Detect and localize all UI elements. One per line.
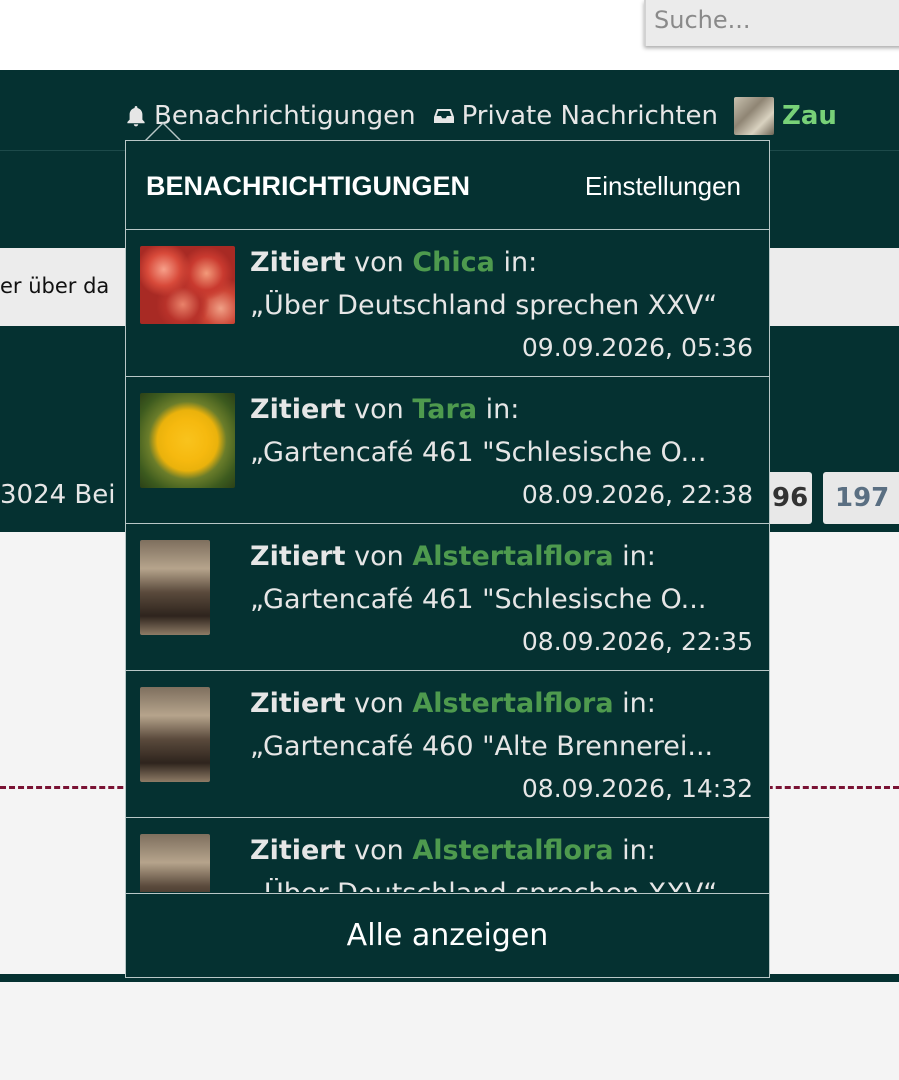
notification-in: in: (622, 541, 656, 572)
notification-action: Zitiert (250, 394, 346, 425)
notification-item[interactable]: Zitiert von Alstertalflora in: „Gartenca… (126, 524, 769, 671)
notification-action: Zitiert (250, 541, 346, 572)
notification-topic[interactable]: „Über Deutschland sprechen XXV“ (250, 878, 760, 892)
notification-user[interactable]: Tara (412, 394, 477, 425)
settings-link[interactable]: Einstellungen (585, 171, 741, 202)
notification-user[interactable]: Alstertalflora (412, 835, 613, 866)
notification-time: 08.09.2026, 22:38 (521, 480, 753, 509)
notification-summary: Zitiert von Alstertalflora in: (250, 688, 656, 719)
notifications-label: Benachrichtigungen (154, 101, 416, 131)
footer-area (0, 982, 899, 1080)
notification-action: Zitiert (250, 688, 346, 719)
notification-summary: Zitiert von Alstertalflora in: (250, 835, 656, 866)
notification-action: Zitiert (250, 247, 346, 278)
username: Zau (781, 101, 837, 131)
notification-thumbnail (140, 246, 235, 324)
dropdown-header: BENACHRICHTIGUNGEN Einstellungen (126, 141, 769, 230)
notification-topic[interactable]: „Gartencafé 460 "Alte Brennerei... (250, 731, 760, 762)
notification-from: von (354, 835, 404, 866)
notification-user[interactable]: Chica (412, 247, 495, 278)
notification-user[interactable]: Alstertalflora (412, 541, 613, 572)
notification-topic[interactable]: „Über Deutschland sprechen XXV“ (250, 290, 760, 321)
notification-summary: Zitiert von Alstertalflora in: (250, 541, 656, 572)
notification-thumbnail (140, 834, 210, 892)
dropdown-title: BENACHRICHTIGUNGEN (146, 171, 470, 201)
search-input[interactable] (646, 0, 886, 40)
private-messages-label: Private Nachrichten (461, 101, 718, 131)
notification-from: von (354, 247, 404, 278)
dropdown-pointer (145, 122, 181, 141)
notification-action: Zitiert (250, 835, 346, 866)
notification-summary: Zitiert von Chica in: (250, 247, 537, 278)
notification-time: 08.09.2026, 14:32 (521, 774, 753, 803)
notification-in: in: (503, 247, 538, 278)
show-all-button[interactable]: Alle anzeigen (126, 893, 769, 978)
pagination-button[interactable]: 197 (823, 472, 899, 524)
notification-thumbnail (140, 393, 235, 488)
user-menu[interactable]: Zau (733, 97, 837, 135)
notification-topic[interactable]: „Gartencafé 461 "Schlesische O... (250, 437, 760, 468)
notification-in: in: (485, 394, 520, 425)
notification-topic[interactable]: „Gartencafé 461 "Schlesische O... (250, 584, 760, 615)
notification-from: von (354, 541, 404, 572)
user-navigation: Benachrichtigungen Private Nachrichten Z… (124, 96, 853, 136)
posts-count-text: 3024 Bei (0, 480, 116, 510)
notification-item[interactable]: Zitiert von Tara in: „Gartencafé 461 "Sc… (126, 377, 769, 524)
notification-thumbnail (140, 687, 210, 782)
notification-from: von (354, 394, 404, 425)
inbox-icon (432, 104, 456, 128)
notification-item[interactable]: Zitiert von Chica in: „Über Deutschland … (126, 230, 769, 377)
notification-list[interactable]: Zitiert von Chica in: „Über Deutschland … (126, 230, 769, 892)
notice-text: er über da (0, 274, 110, 298)
notification-time: 08.09.2026, 22:35 (521, 627, 753, 656)
notification-item[interactable]: Zitiert von Alstertalflora in: „Über Deu… (126, 818, 769, 892)
user-avatar (733, 97, 774, 135)
notification-user[interactable]: Alstertalflora (412, 688, 613, 719)
notification-in: in: (622, 835, 656, 866)
notification-thumbnail (140, 540, 210, 635)
notification-in: in: (622, 688, 656, 719)
notification-from: von (354, 688, 404, 719)
notification-time: 09.09.2026, 05:36 (521, 333, 753, 362)
private-messages-link[interactable]: Private Nachrichten (432, 101, 718, 131)
notification-summary: Zitiert von Tara in: (250, 394, 519, 425)
search-box (644, 0, 899, 46)
notifications-dropdown: BENACHRICHTIGUNGEN Einstellungen Zitiert… (125, 140, 770, 978)
notification-item[interactable]: Zitiert von Alstertalflora in: „Gartenca… (126, 671, 769, 818)
